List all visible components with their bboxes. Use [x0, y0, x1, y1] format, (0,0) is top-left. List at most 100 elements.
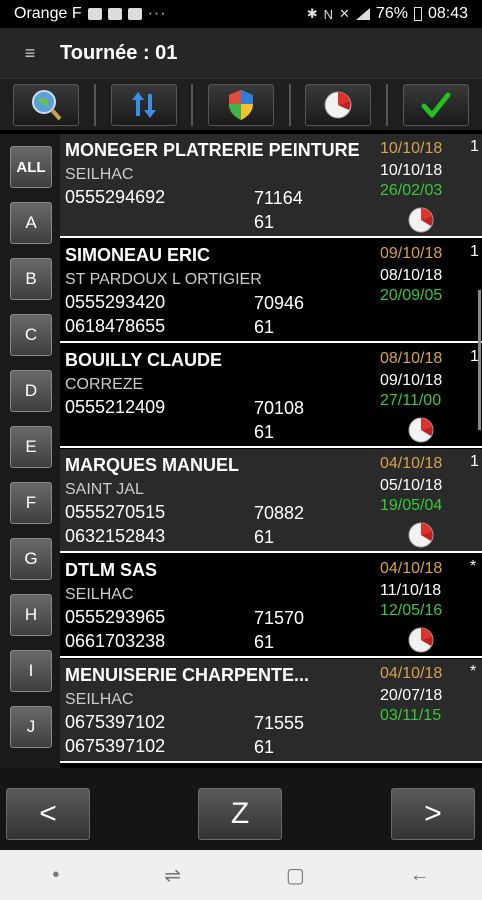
pie-chart-icon[interactable]	[407, 521, 435, 549]
client-phone[interactable]: 0555293965	[65, 607, 165, 628]
client-phone-2[interactable]: 0632152843	[65, 526, 165, 547]
statistics-button[interactable]	[305, 83, 372, 126]
battery-icon	[413, 7, 422, 21]
client-code: 70946	[254, 293, 305, 313]
client-code: 70108	[254, 398, 305, 418]
shield-icon	[228, 89, 253, 120]
client-dept: 61	[254, 212, 275, 232]
alphabet-index: ALL A B C D E F G H I J	[0, 134, 60, 768]
client-row[interactable]: BOUILLY CLAUDE CORREZE 0555212409 70108 …	[60, 344, 482, 448]
row-marker: 1	[470, 138, 479, 155]
row-marker: *	[470, 663, 477, 680]
alpha-button-f[interactable]: F	[10, 482, 52, 524]
client-row[interactable]: MONEGER PLATRERIE PEINTURE SEILHAC 05552…	[60, 134, 482, 238]
alpha-button-h[interactable]: H	[10, 594, 52, 636]
creation-date: 03/11/15	[380, 707, 442, 724]
client-phone[interactable]: 0555294692	[65, 187, 165, 208]
back-icon[interactable]: ←	[410, 864, 430, 887]
client-row[interactable]: MENUISERIE CHARPENTE... SEILHAC 06753971…	[60, 659, 482, 763]
client-phone[interactable]: 0555270515	[65, 502, 165, 523]
client-city: SAINT JAL	[65, 481, 144, 498]
pie-chart-icon[interactable]	[407, 206, 435, 234]
client-name: SIMONEAU ERIC	[65, 245, 211, 265]
client-code: 70882	[254, 503, 305, 523]
toolbar-divider	[191, 83, 194, 126]
mail-notification-icon	[127, 8, 142, 20]
creation-date: 27/11/00	[380, 392, 442, 409]
globe-search-icon	[32, 89, 62, 120]
client-name: DTLM SAS	[65, 560, 157, 580]
alpha-button-b[interactable]: B	[10, 258, 52, 300]
client-phone-2[interactable]: 0618478655	[65, 316, 165, 337]
alpha-button-all[interactable]: ALL	[10, 146, 52, 188]
toolbar-divider	[93, 83, 96, 126]
battery-percent: 76%	[375, 5, 408, 22]
client-city: SEILHAC	[65, 691, 134, 708]
client-list: MONEGER PLATRERIE PEINTURE SEILHAC 05552…	[60, 134, 482, 768]
recent-apps-icon[interactable]: ⇌	[164, 863, 181, 888]
scrollbar[interactable]	[478, 290, 481, 430]
search-map-button[interactable]	[13, 83, 80, 126]
checkmark-icon	[421, 92, 451, 117]
client-name: MARQUES MANUEL	[65, 455, 239, 475]
visit-date: 10/10/18	[380, 140, 443, 157]
pie-chart-icon[interactable]	[407, 626, 435, 654]
client-name: BOUILLY CLAUDE	[65, 350, 223, 370]
menu-icon[interactable]: ≡	[0, 43, 60, 64]
alpha-button-e[interactable]: E	[10, 426, 52, 468]
alpha-button-g[interactable]: G	[10, 538, 52, 580]
client-code: 71570	[254, 608, 305, 628]
order-date: 10/10/18	[380, 162, 443, 179]
pie-chart-icon[interactable]	[407, 416, 435, 444]
sort-button[interactable]	[110, 83, 177, 126]
pie-chart-icon	[324, 91, 352, 118]
creation-date: 12/05/16	[380, 602, 443, 619]
client-row[interactable]: MARQUES MANUEL SAINT JAL 0555270515 0632…	[60, 449, 482, 553]
creation-date: 19/05/04	[380, 497, 443, 514]
client-city: CORREZE	[65, 376, 144, 393]
alpha-button-a[interactable]: A	[10, 202, 52, 244]
alpha-button-i[interactable]: I	[10, 650, 52, 692]
order-date: 08/10/18	[380, 267, 443, 284]
client-dept: 61	[254, 422, 275, 442]
bluetooth-icon: ✱	[306, 6, 318, 21]
client-phone[interactable]: 0675397102	[65, 712, 165, 733]
alpha-button-j[interactable]: J	[10, 706, 52, 748]
row-marker: 1	[470, 243, 479, 260]
mute-icon: ✕	[339, 6, 350, 21]
row-marker: 1	[470, 453, 479, 470]
client-row[interactable]: DTLM SAS SEILHAC 0555293965 0661703238 7…	[60, 554, 482, 658]
security-button[interactable]	[207, 83, 274, 126]
next-button[interactable]: >	[391, 788, 475, 840]
home-icon[interactable]: ▢	[286, 863, 305, 888]
client-phone-2[interactable]: 0661703238	[65, 631, 165, 652]
client-phone-2[interactable]: 0675397102	[65, 736, 165, 757]
toolbar-divider	[288, 83, 291, 126]
visit-date: 04/10/18	[380, 455, 443, 472]
clock: 08:43	[427, 5, 468, 22]
sort-arrows-icon	[131, 91, 156, 118]
alpha-button-c[interactable]: C	[10, 314, 52, 356]
alpha-button-d[interactable]: D	[10, 370, 52, 412]
nav-dot-icon[interactable]: •	[52, 864, 59, 887]
client-phone[interactable]: 0555293420	[65, 292, 165, 313]
signal-icon	[355, 8, 370, 20]
creation-date: 20/09/05	[380, 287, 443, 304]
row-marker: *	[470, 558, 477, 575]
client-phone[interactable]: 0555212409	[65, 397, 165, 418]
previous-button[interactable]: <	[6, 788, 90, 840]
creation-date: 26/02/03	[380, 182, 443, 199]
client-dept: 61	[254, 632, 275, 652]
app-header: ≡ Tournée : 01	[0, 28, 482, 78]
client-code: 71164	[254, 188, 303, 208]
notification-icon	[87, 8, 102, 20]
validate-button[interactable]	[402, 83, 469, 126]
client-dept: 61	[254, 737, 275, 757]
order-date: 05/10/18	[380, 477, 443, 494]
client-name: MONEGER PLATRERIE PEINTURE	[65, 140, 360, 160]
more-notifications-icon: ···	[147, 5, 167, 22]
visit-date: 04/10/18	[380, 665, 443, 682]
z-button[interactable]: Z	[198, 788, 282, 840]
page-title: Tournée : 01	[60, 41, 178, 64]
client-row[interactable]: SIMONEAU ERIC ST PARDOUX L ORTIGIER 0555…	[60, 239, 482, 343]
